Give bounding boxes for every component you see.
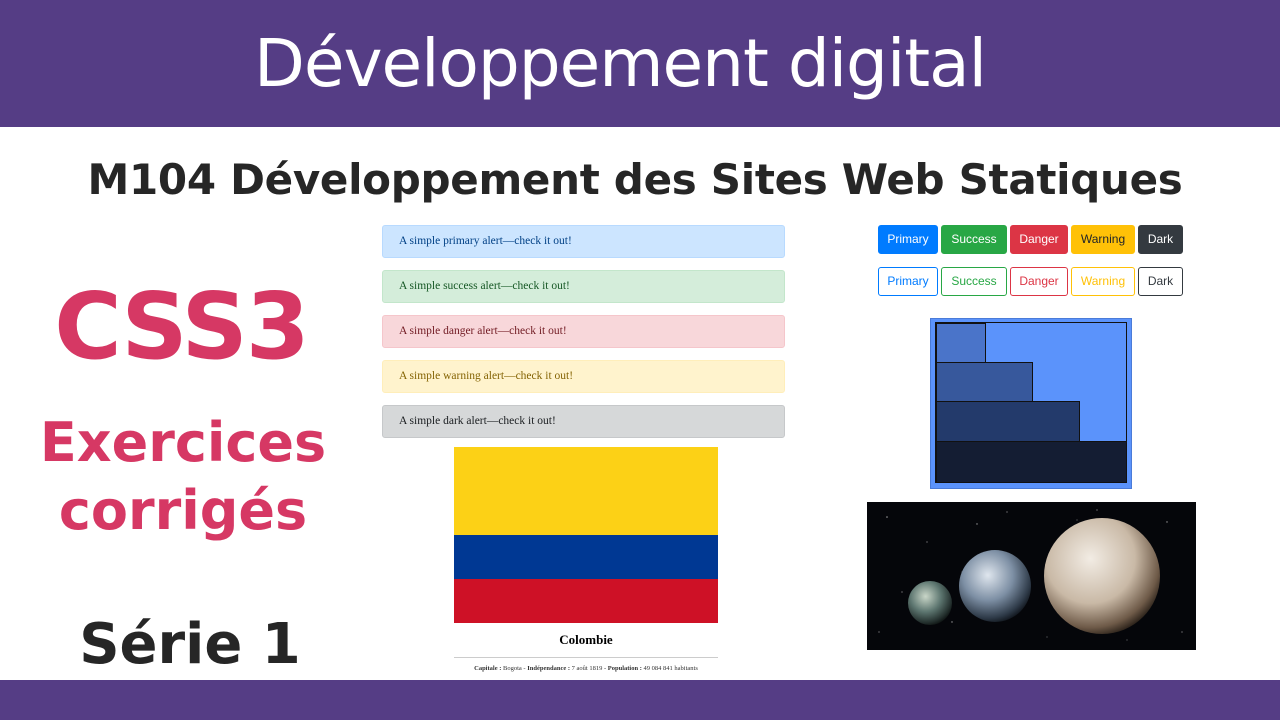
primary-outline-button[interactable]: Primary bbox=[878, 267, 938, 296]
small-planet bbox=[908, 581, 952, 625]
flag-red-stripe bbox=[454, 579, 718, 623]
course-subtitle: M104 Développement des Sites Web Statiqu… bbox=[87, 155, 1183, 204]
warning-outline-button[interactable]: Warning bbox=[1071, 267, 1135, 296]
staircase-step-1 bbox=[936, 323, 986, 363]
population-label: Population : bbox=[607, 665, 642, 672]
danger-outline-button[interactable]: Danger bbox=[1010, 267, 1068, 296]
population-value: 49 084 841 habitants bbox=[643, 665, 698, 672]
large-planet bbox=[1044, 518, 1160, 634]
alert-primary: A simple primary alert—check it out! bbox=[382, 225, 785, 258]
independance-value: 7 août 1819 - bbox=[571, 665, 607, 672]
dark-outline-button[interactable]: Dark bbox=[1138, 267, 1183, 296]
staircase-step-2 bbox=[936, 362, 1033, 402]
flag-caption: Capitale : Bogota - Indépendance : 7 aoû… bbox=[440, 664, 732, 674]
warning-button[interactable]: Warning bbox=[1071, 225, 1135, 254]
dark-button[interactable]: Dark bbox=[1138, 225, 1183, 254]
staircase-step-4 bbox=[936, 441, 1127, 483]
alert-danger: A simple danger alert—check it out! bbox=[382, 315, 785, 348]
success-outline-button[interactable]: Success bbox=[941, 267, 1007, 296]
header-title: Développement digital bbox=[254, 25, 987, 102]
flag-blue-stripe bbox=[454, 535, 718, 579]
independance-label: Indépendance : bbox=[527, 665, 571, 672]
css3-title: CSS3 bbox=[54, 273, 310, 380]
flag-divider bbox=[454, 657, 718, 658]
corriges-label: corrigés bbox=[58, 479, 308, 542]
staircase-step-3 bbox=[936, 401, 1080, 442]
planets-svg bbox=[878, 509, 1183, 641]
serie-label: Série 1 bbox=[79, 612, 301, 677]
primary-button[interactable]: Primary bbox=[878, 225, 938, 254]
success-button[interactable]: Success bbox=[941, 225, 1007, 254]
alert-success: A simple success alert—check it out! bbox=[382, 270, 785, 303]
alert-warning: A simple warning alert—check it out! bbox=[382, 360, 785, 393]
alert-dark: A simple dark alert—check it out! bbox=[382, 405, 785, 438]
danger-button[interactable]: Danger bbox=[1010, 225, 1068, 254]
flag-yellow-stripe bbox=[454, 447, 718, 535]
exercices-label: Exercices bbox=[39, 411, 327, 474]
capitale-value: Bogota - bbox=[503, 665, 526, 672]
flag-country-name: Colombie bbox=[559, 632, 613, 647]
bottom-banner bbox=[0, 680, 1280, 720]
capitale-label: Capitale : bbox=[474, 665, 502, 672]
medium-planet bbox=[959, 550, 1031, 622]
planets-image bbox=[867, 502, 1196, 650]
